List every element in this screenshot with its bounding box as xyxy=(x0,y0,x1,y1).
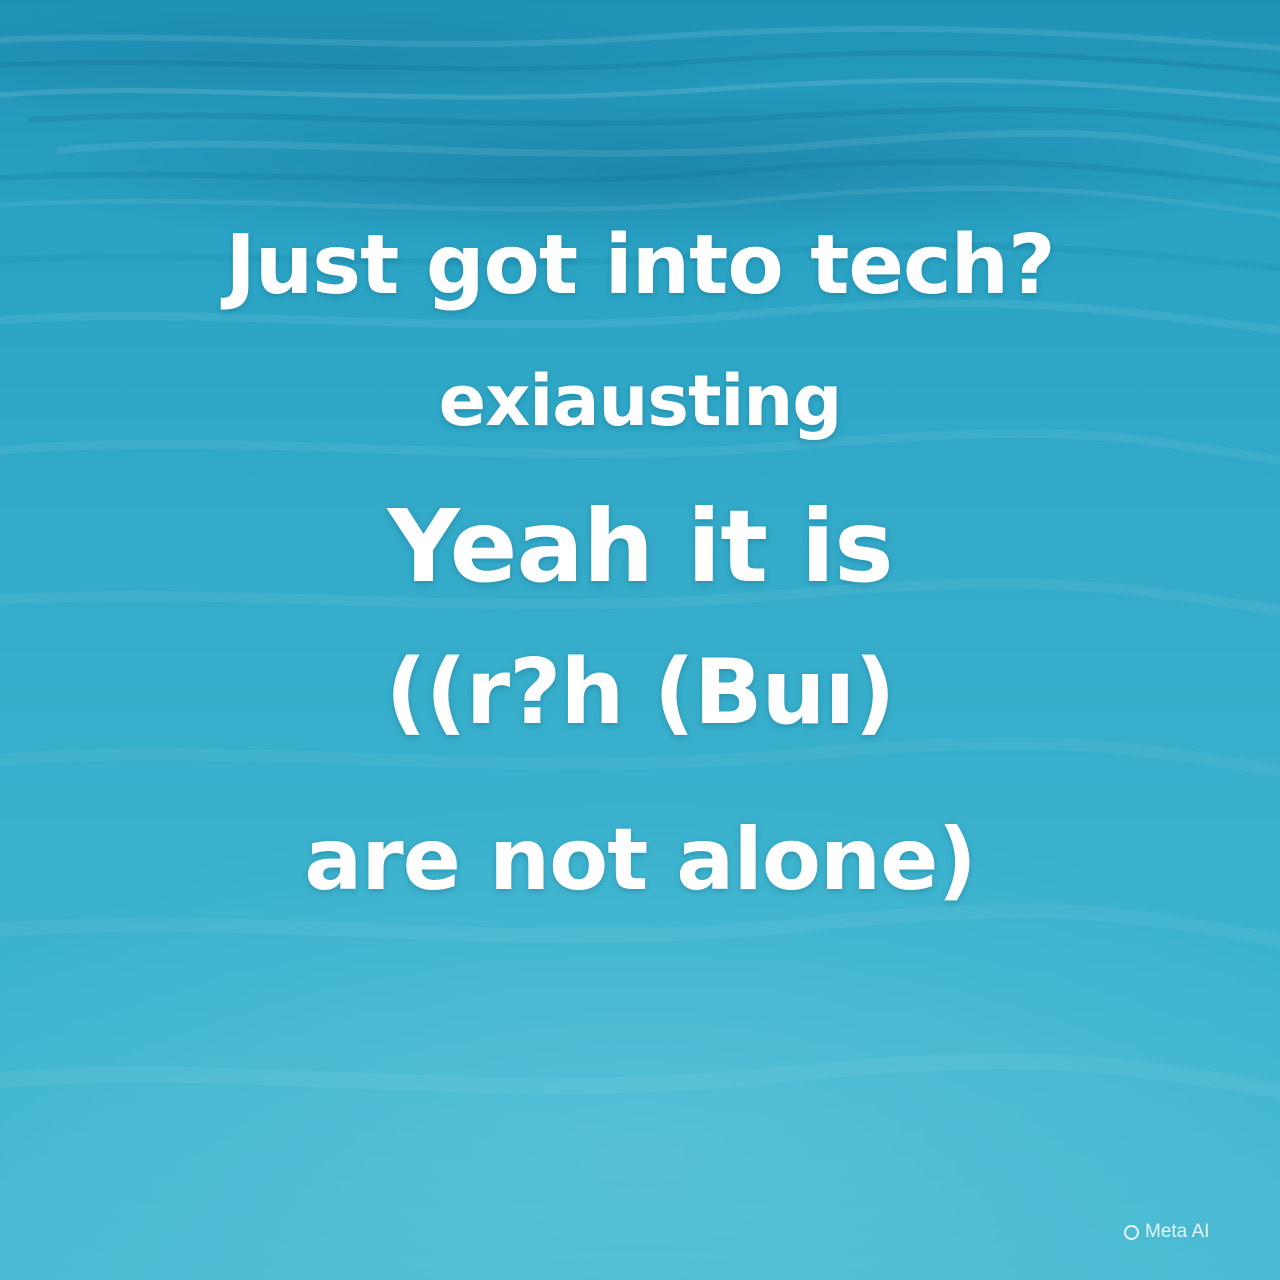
meta-ai-ring-icon xyxy=(1124,1224,1139,1240)
caption-line-5: are not alone) xyxy=(304,810,977,910)
watermark-label: Meta AI xyxy=(1145,1221,1210,1242)
meta-ai-watermark: Meta AI xyxy=(1124,1217,1209,1247)
caption-line-4: ((r?h (Buı) xyxy=(385,640,895,745)
caption-line-3: Yeah it is xyxy=(387,488,893,605)
caption-line-1: Just got into tech? xyxy=(225,218,1055,313)
caption-line-2: exiausting xyxy=(438,360,843,442)
